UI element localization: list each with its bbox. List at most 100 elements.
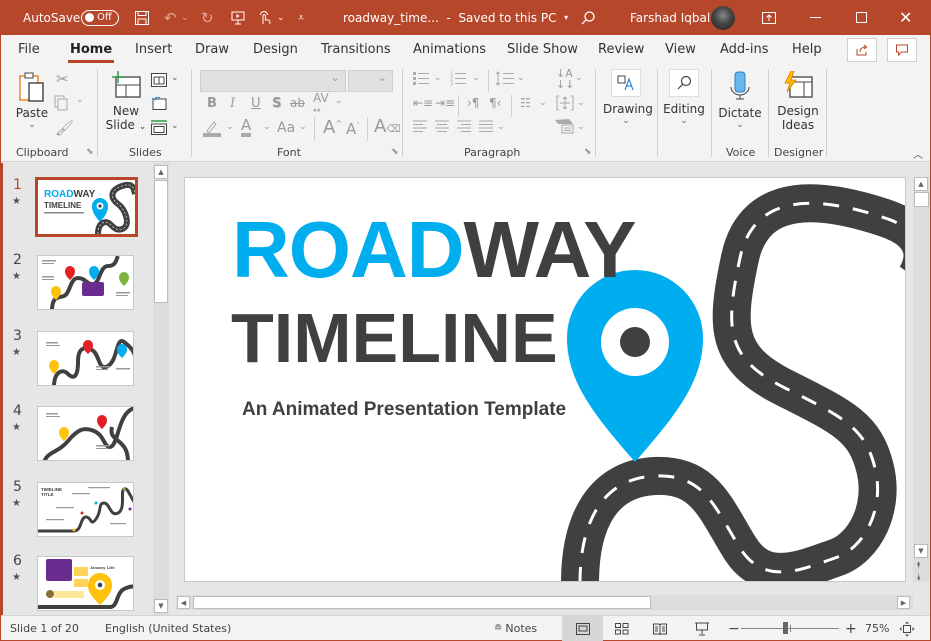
document-title[interactable]: roadway_time... - Saved to this PC ▾ xyxy=(343,0,568,35)
align-text-dropdown-icon[interactable]: ⌄ xyxy=(577,98,585,108)
maximize-icon[interactable] xyxy=(856,0,867,35)
tab-home[interactable]: Home xyxy=(67,35,115,63)
tab-transitions[interactable]: Transitions xyxy=(321,35,391,63)
paragraph-launcher-icon[interactable]: ⬊ xyxy=(584,147,592,157)
italic-icon[interactable]: I xyxy=(230,96,235,111)
layout-dropdown-icon[interactable]: ⌄ xyxy=(171,73,179,83)
reset-icon[interactable] xyxy=(151,96,167,114)
zoom-slider-track[interactable] xyxy=(741,622,839,634)
close-icon[interactable]: ✕ xyxy=(899,0,912,35)
share-button[interactable] xyxy=(847,38,877,62)
tab-design[interactable]: Design xyxy=(253,35,298,63)
bullets-icon[interactable] xyxy=(413,71,429,90)
text-direction-dropdown-icon[interactable]: ⌄ xyxy=(575,73,583,83)
right-to-left-icon[interactable]: ¶‹ xyxy=(489,96,501,110)
tab-review[interactable]: Review xyxy=(598,35,644,63)
highlight-dropdown-icon[interactable]: ⌄ xyxy=(226,122,234,132)
bullets-dropdown-icon[interactable]: ⌄ xyxy=(434,73,442,83)
tab-draw[interactable]: Draw xyxy=(195,35,229,63)
editor-scroll-thumb[interactable] xyxy=(914,192,929,207)
autosave-toggle[interactable]: Off xyxy=(81,0,119,35)
user-name[interactable]: Farshad Iqbal xyxy=(630,0,710,35)
tab-help[interactable]: Help xyxy=(792,35,822,63)
design-ideas-button[interactable]: Design Ideas xyxy=(775,70,821,132)
decrease-font-size-icon[interactable]: Aˇ xyxy=(346,120,360,138)
highlight-color-icon[interactable] xyxy=(203,119,223,141)
scroll-down-icon[interactable]: ▼ xyxy=(154,599,168,613)
tab-view[interactable]: View xyxy=(665,35,696,63)
change-case-dropdown-icon[interactable]: ⌄ xyxy=(299,122,307,132)
clear-formatting-icon[interactable]: A⌫ xyxy=(374,116,400,137)
ribbon-display-options-icon[interactable] xyxy=(762,0,776,35)
horizontal-scroll-thumb[interactable] xyxy=(193,596,651,609)
tab-insert[interactable]: Insert xyxy=(135,35,172,63)
numbering-icon[interactable]: 123 xyxy=(450,71,466,90)
text-shadow-icon[interactable]: S xyxy=(272,96,281,111)
font-launcher-icon[interactable]: ⬊ xyxy=(391,147,399,157)
save-icon[interactable] xyxy=(134,0,150,35)
comments-button[interactable] xyxy=(887,38,917,62)
thumbnails-scroll-thumb[interactable] xyxy=(154,180,168,303)
touch-mode-icon[interactable] xyxy=(257,0,273,35)
editing-button[interactable]: Editing ⌄ xyxy=(662,69,706,126)
smartart-dropdown-icon[interactable]: ⌄ xyxy=(577,122,585,132)
increase-font-size-icon[interactable]: A^ xyxy=(323,117,342,138)
fit-slide-button[interactable] xyxy=(899,616,915,641)
line-spacing-icon[interactable] xyxy=(495,71,514,90)
character-spacing-icon[interactable]: AV ↔ xyxy=(313,92,329,117)
normal-view-button[interactable] xyxy=(562,616,603,641)
thumbnail-slide-1[interactable]: ROADWAY TIMELINE xyxy=(35,177,138,237)
font-color-dropdown-icon[interactable]: ⌄ xyxy=(263,122,271,132)
numbering-dropdown-icon[interactable]: ⌄ xyxy=(472,73,480,83)
underline-icon[interactable]: U xyxy=(251,96,261,111)
scroll-right-icon[interactable]: ▶ xyxy=(897,596,910,609)
next-slide-icon[interactable]: ⯯ xyxy=(916,573,921,583)
avatar[interactable] xyxy=(711,0,735,35)
copy-dropdown-icon[interactable]: ⌄ xyxy=(76,95,84,105)
align-center-icon[interactable] xyxy=(435,120,449,137)
touch-dropdown-icon[interactable]: ⌄ xyxy=(277,0,285,35)
decrease-indent-icon[interactable]: ⇤≡ xyxy=(413,96,433,110)
section-dropdown-icon[interactable]: ⌄ xyxy=(171,121,179,131)
align-left-icon[interactable] xyxy=(413,120,427,137)
justify-icon[interactable] xyxy=(479,120,493,137)
layout-icon[interactable] xyxy=(151,73,167,91)
copy-icon[interactable] xyxy=(54,95,72,115)
zoom-slider-thumb[interactable] xyxy=(782,622,788,634)
thumbnail-slide-6[interactable]: January 12th xyxy=(37,556,134,611)
section-icon[interactable] xyxy=(151,120,167,139)
columns-dropdown-icon[interactable]: ⌄ xyxy=(539,98,547,108)
new-slide-button[interactable]: New Slide ⌄ xyxy=(105,71,147,132)
reading-view-button[interactable] xyxy=(653,616,667,641)
minimize-icon[interactable] xyxy=(810,0,821,35)
format-painter-icon[interactable]: 🖌 xyxy=(55,119,74,137)
zoom-level[interactable]: 75% xyxy=(865,616,889,641)
slide-show-button[interactable] xyxy=(695,616,709,641)
tab-slide-show[interactable]: Slide Show xyxy=(507,35,578,63)
undo-icon[interactable]: ↶ xyxy=(164,0,177,35)
thumbnail-slide-4[interactable] xyxy=(37,406,134,461)
align-text-icon[interactable] xyxy=(556,95,574,115)
notes-button[interactable]: ≘ Notes xyxy=(494,616,537,641)
slide-canvas[interactable]: ROADWAY TIMELINE An Animated Presentatio… xyxy=(184,177,906,582)
cut-icon[interactable]: ✂ xyxy=(56,70,69,88)
zoom-in-button[interactable]: + xyxy=(845,616,857,641)
font-color-icon[interactable]: A xyxy=(241,117,252,137)
character-spacing-dropdown-icon[interactable]: ⌄ xyxy=(335,96,343,106)
previous-slide-icon[interactable]: ⯭ xyxy=(916,561,921,571)
tab-animations[interactable]: Animations xyxy=(413,35,486,63)
font-name-combo[interactable] xyxy=(200,70,346,92)
text-direction-icon[interactable]: ↓A ↓↓ xyxy=(556,68,574,90)
thumbnails-scrollbar[interactable]: ▲ ▼ xyxy=(153,163,169,615)
customize-quick-access-icon[interactable]: ⩡ xyxy=(298,0,304,35)
search-icon[interactable] xyxy=(580,0,596,35)
paste-button[interactable]: Paste ⌄ xyxy=(15,71,49,130)
change-case-icon[interactable]: Aa xyxy=(277,120,295,136)
start-from-beginning-icon[interactable] xyxy=(230,0,246,35)
justify-dropdown-icon[interactable]: ⌄ xyxy=(497,122,505,132)
thumbnail-slide-2[interactable] xyxy=(37,255,134,310)
editor-scrollbar[interactable]: ▲ ▼ ⯭ ⯯ xyxy=(913,177,930,583)
thumbnail-slide-3[interactable] xyxy=(37,331,134,386)
drawing-button[interactable]: Drawing ⌄ xyxy=(603,69,653,126)
bold-icon[interactable]: B xyxy=(207,96,217,111)
